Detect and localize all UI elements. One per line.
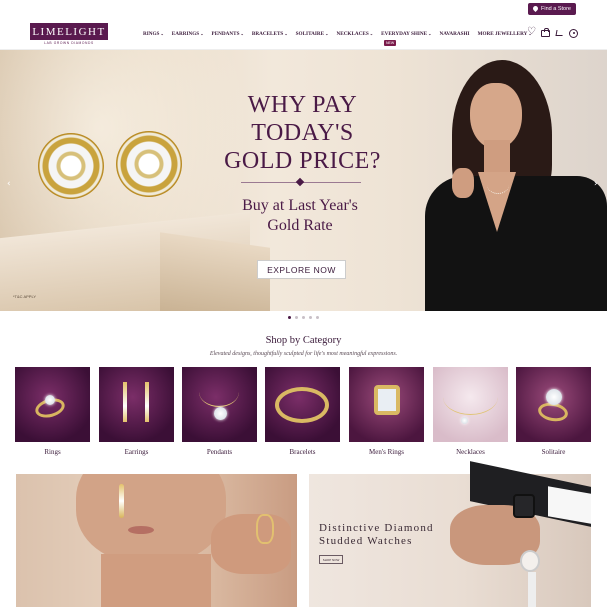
find-store-button[interactable]: Find a Store [528, 3, 576, 15]
category-image [182, 367, 257, 442]
new-badge: NEW [384, 40, 397, 46]
solitaire-gem-graphic [546, 389, 562, 405]
category-card-mens-rings[interactable]: Men's Rings [349, 367, 424, 456]
earring-left-graphic [38, 133, 104, 199]
category-label: Men's Rings [369, 448, 404, 456]
nav-item-necklaces[interactable]: NECKLACES⌄ [336, 31, 373, 37]
nav-item-more-jewellery[interactable]: MORE JEWELLERY⌄ [478, 31, 532, 37]
main-nav: RINGS⌄ EARRINGS⌄ PENDANTS⌄ BRACELETS⌄ SO… [143, 31, 540, 37]
earring-graphic [123, 382, 127, 422]
chevron-down-icon: ⌄ [325, 31, 329, 36]
category-card-rings[interactable]: Rings [15, 367, 90, 456]
category-image [15, 367, 90, 442]
watch-graphic [520, 550, 540, 572]
header-icons [527, 26, 578, 38]
necklace-chain-graphic [443, 379, 498, 415]
nav-item-bracelets[interactable]: BRACELETS⌄ [252, 31, 288, 37]
gem-graphic [461, 417, 468, 424]
terms-note: *T&C APPLY [13, 294, 37, 299]
drop-earring-graphic [119, 484, 124, 518]
category-image [433, 367, 508, 442]
hero-subheadline: Buy at Last Year's Gold Rate [242, 197, 358, 234]
promo-watches-title: Distinctive Diamond Studded Watches [319, 522, 434, 547]
pedestal-side-graphic [160, 232, 270, 311]
cart-icon[interactable] [555, 29, 564, 38]
chevron-down-icon: ⌄ [200, 31, 204, 36]
top-strip: Find a Store [0, 0, 607, 18]
model-jacket-graphic [425, 176, 607, 311]
category-card-earrings[interactable]: Earrings [99, 367, 174, 456]
category-section-subtitle: Elevated designs, thoughtfully sculpted … [209, 351, 398, 357]
earring-right-graphic [116, 131, 182, 197]
category-card-solitaire[interactable]: Solitaire [516, 367, 591, 456]
explore-now-button[interactable]: EXPLORE NOW [257, 260, 346, 279]
chevron-down-icon: ⌄ [284, 31, 288, 36]
shopping-bag-icon[interactable] [541, 28, 550, 37]
watch-strap-graphic [528, 572, 536, 607]
shop-now-button[interactable]: SHOP NOW [319, 555, 343, 564]
chevron-down-icon: ⌄ [428, 31, 432, 36]
pendant-gem-graphic [214, 407, 227, 420]
category-label: Solitaire [541, 448, 566, 456]
carousel-next-arrow-icon[interactable]: › [594, 179, 598, 189]
nav-item-solitaire[interactable]: SOLITAIRE⌄ [296, 31, 329, 37]
category-image [99, 367, 174, 442]
nav-item-navarashi[interactable]: NAVARASHI [440, 31, 470, 37]
nav-item-everyday-shine[interactable]: EVERYDAY SHINE⌄ [381, 31, 431, 37]
find-store-label: Find a Store [541, 6, 571, 12]
bracelet-graphic [275, 387, 329, 423]
hero-headline: WHY PAY TODAY'S GOLD PRICE? [224, 92, 381, 174]
necklace-graphic [487, 176, 509, 194]
chevron-down-icon: ⌄ [240, 31, 244, 36]
category-label: Pendants [206, 448, 233, 456]
category-card-pendants[interactable]: Pendants [182, 367, 257, 456]
user-account-icon[interactable] [569, 29, 578, 38]
carousel-dot[interactable] [302, 316, 305, 319]
nav-item-rings[interactable]: RINGS⌄ [143, 31, 164, 37]
category-label: Rings [44, 448, 61, 456]
bracelet-graphic [256, 514, 274, 544]
category-label: Earrings [124, 448, 149, 456]
promo-banner-earrings[interactable] [16, 474, 297, 607]
hand-graphic [211, 514, 291, 574]
neck-graphic [101, 554, 211, 607]
model-hand-graphic [452, 168, 474, 198]
category-image [265, 367, 340, 442]
nav-item-pendants[interactable]: PENDANTS⌄ [212, 31, 244, 37]
category-grid: Rings Earrings Pendants Bracelets Men's … [15, 367, 593, 459]
brand-tagline: LAB GROWN DIAMONDS [44, 41, 94, 45]
category-card-bracelets[interactable]: Bracelets [265, 367, 340, 456]
chain-graphic [199, 377, 239, 407]
carousel-dots [288, 316, 319, 319]
earring-graphic [145, 382, 149, 422]
category-label: Bracelets [289, 448, 316, 456]
chevron-down-icon: ⌄ [369, 31, 374, 36]
mens-ring-graphic [374, 385, 400, 415]
carousel-dot[interactable] [309, 316, 312, 319]
category-image [349, 367, 424, 442]
watch-graphic [513, 494, 535, 518]
carousel-prev-arrow-icon[interactable]: ‹ [7, 179, 11, 189]
brand-logo[interactable]: LIMELIGHT [30, 23, 108, 40]
category-image [516, 367, 591, 442]
category-section-title: Shop by Category [265, 335, 342, 346]
wishlist-heart-icon[interactable] [527, 26, 536, 38]
model-face-graphic [76, 474, 226, 564]
carousel-dot[interactable] [288, 316, 291, 319]
header: LIMELIGHT LAB GROWN DIAMONDS RINGS⌄ EARR… [0, 18, 607, 50]
location-pin-icon [533, 6, 538, 12]
category-card-necklaces[interactable]: Necklaces [433, 367, 508, 456]
lips-graphic [128, 526, 154, 534]
gem-graphic [45, 395, 55, 405]
carousel-dot[interactable] [316, 316, 319, 319]
category-label: Necklaces [456, 448, 485, 456]
carousel-dot[interactable] [295, 316, 298, 319]
chevron-down-icon: ⌄ [160, 31, 164, 36]
nav-item-earrings[interactable]: EARRINGS⌄ [172, 31, 204, 37]
